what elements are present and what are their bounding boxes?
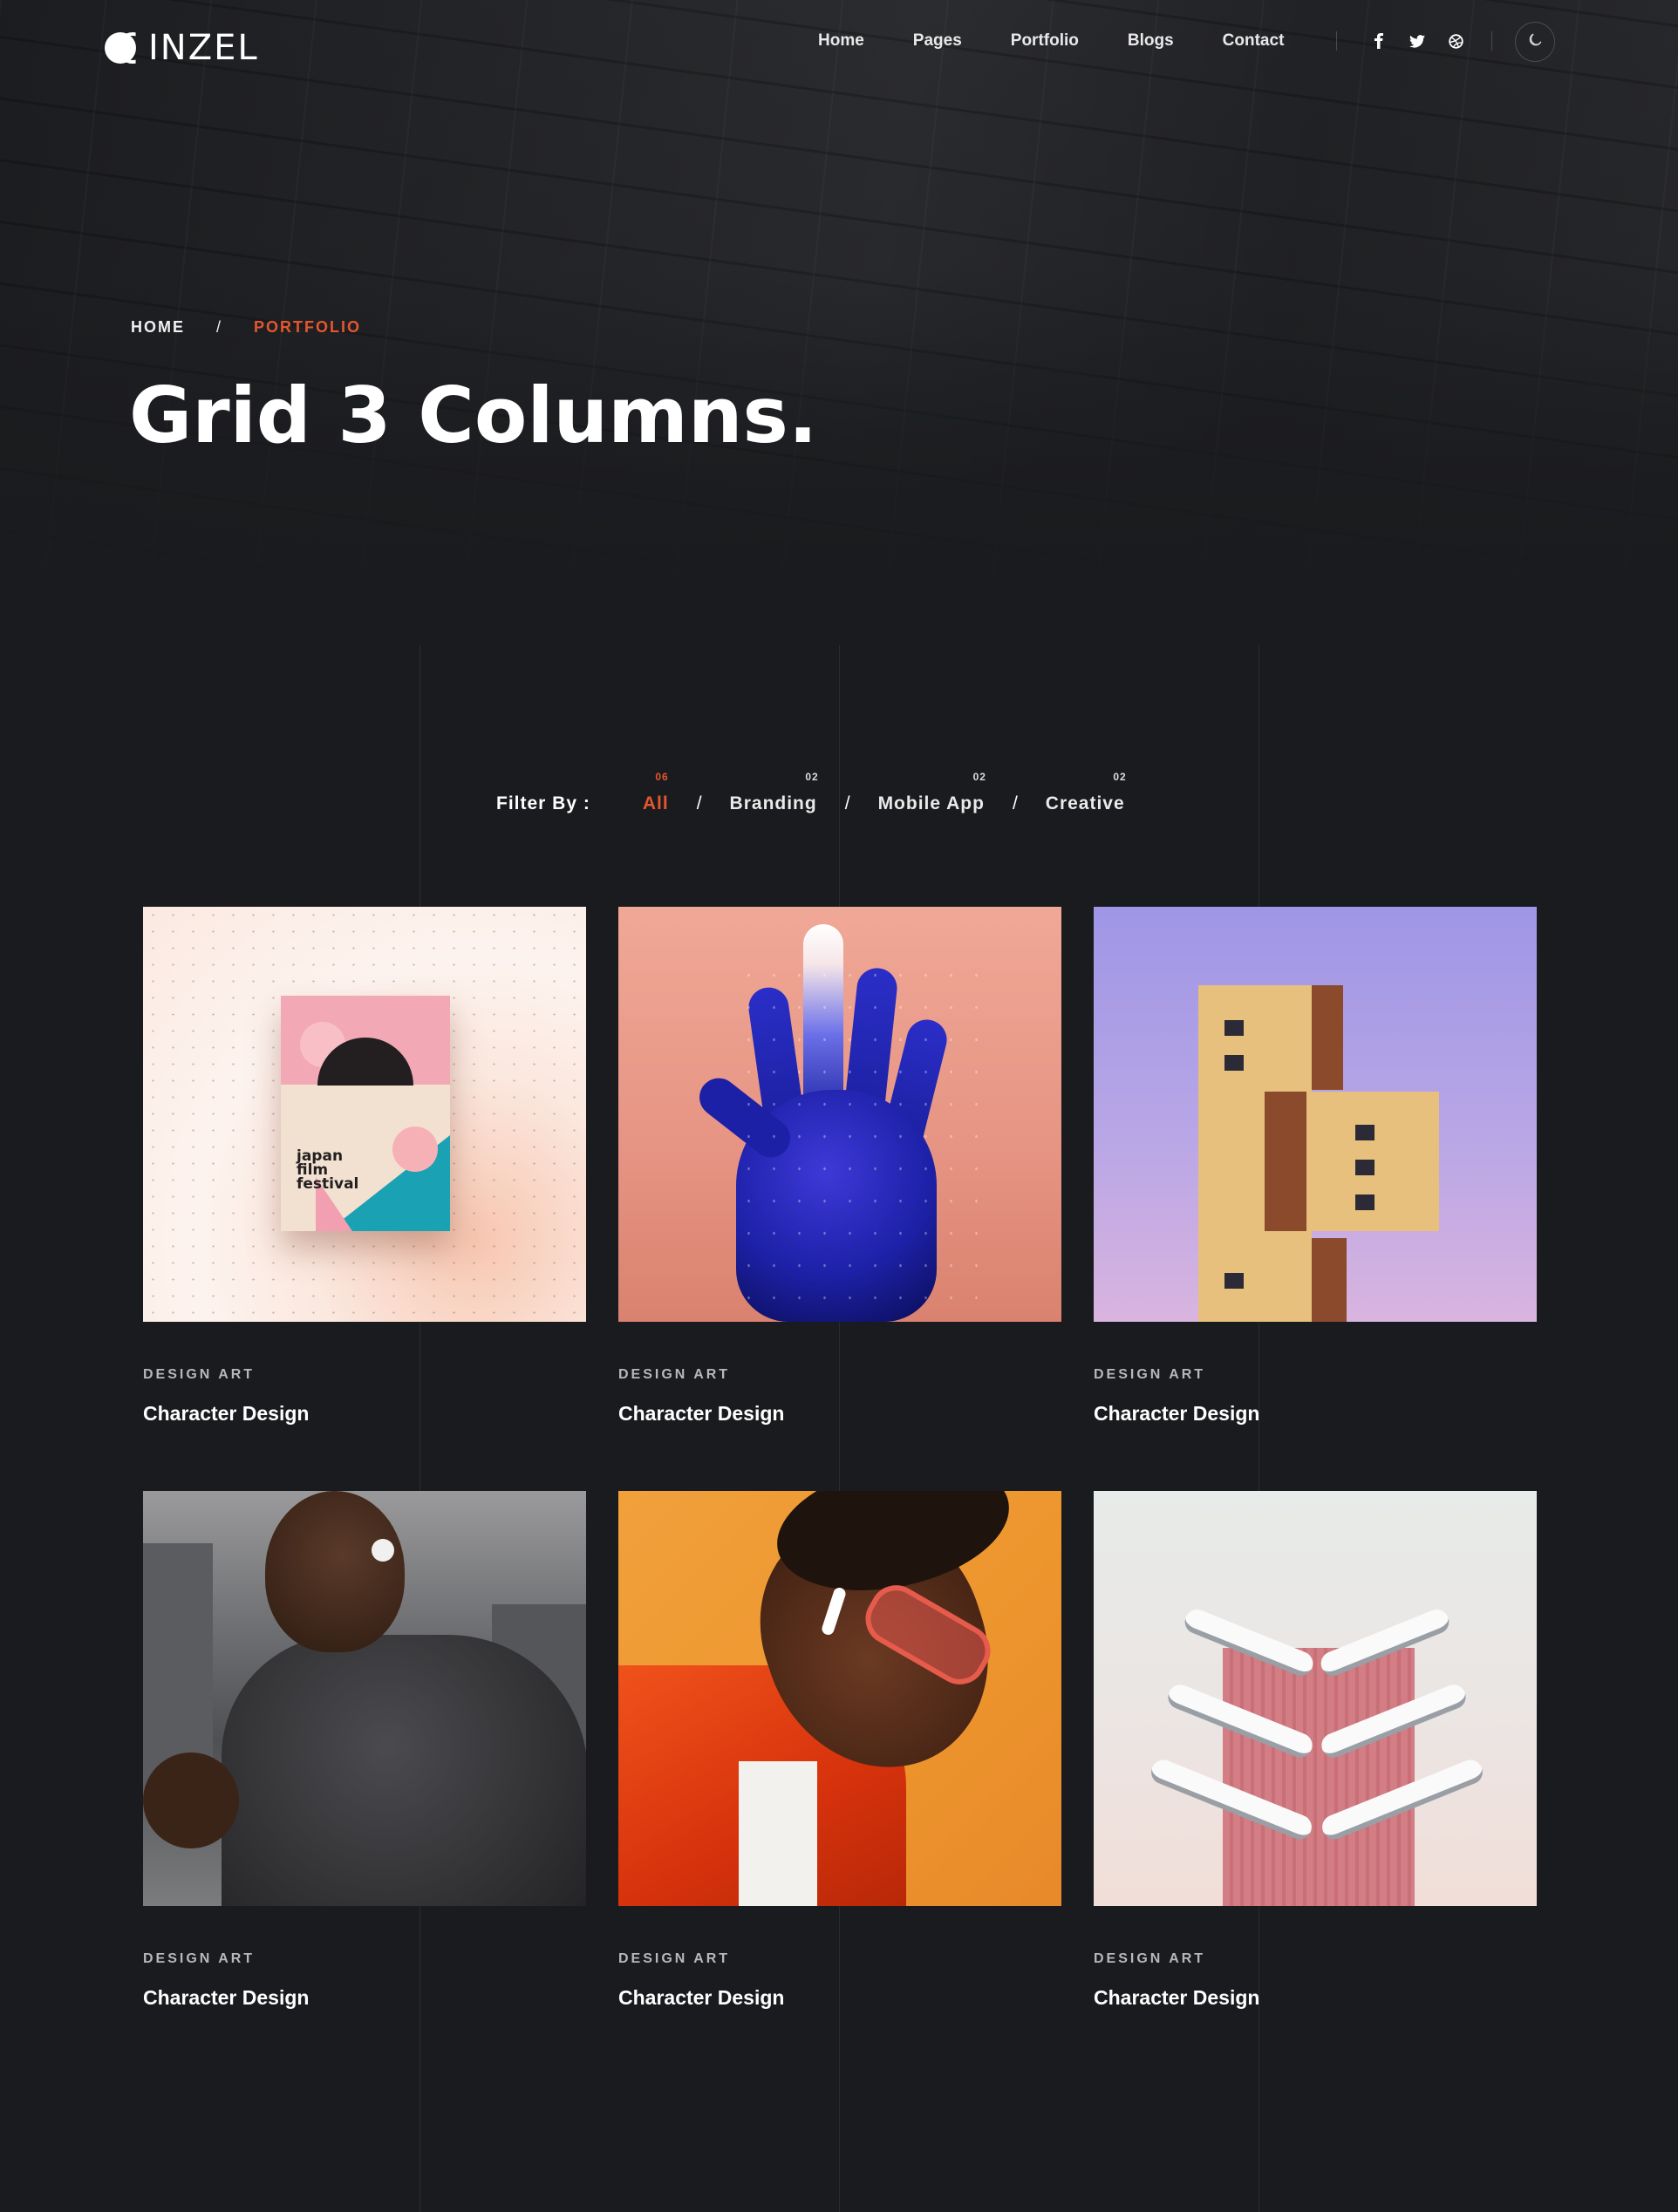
portfolio-filter: Filter By : All 06 / Branding 02 / Mobil…: [496, 767, 1126, 820]
filter-count: 06: [655, 771, 669, 783]
card-category: DESIGN ART: [618, 1367, 731, 1382]
social-links: [1366, 28, 1469, 54]
card-category: DESIGN ART: [143, 1367, 256, 1382]
dark-mode-toggle[interactable]: [1515, 22, 1555, 62]
logo[interactable]: INZEL: [105, 28, 259, 68]
card-title[interactable]: Character Design: [1094, 1402, 1537, 1426]
filter-mobile-app[interactable]: Mobile App 02: [877, 771, 986, 820]
breadcrumb-separator: /: [216, 318, 223, 336]
filter-count: 02: [1113, 771, 1127, 783]
portfolio-image-hand[interactable]: [618, 907, 1061, 1322]
portfolio-card: japan film festival DESIGN ART Character…: [143, 907, 586, 1426]
filter-creative[interactable]: Creative 02: [1045, 771, 1126, 820]
filter-all[interactable]: All 06: [642, 771, 669, 820]
main-nav: Home Pages Portfolio Blogs Contact: [818, 26, 1284, 56]
card-title[interactable]: Character Design: [143, 1402, 586, 1426]
filter-item-label: All: [642, 793, 669, 813]
nav-link-blogs[interactable]: Blogs: [1128, 31, 1174, 51]
filter-count: 02: [805, 771, 819, 783]
card-title[interactable]: Character Design: [143, 1986, 586, 2010]
twitter-icon[interactable]: [1404, 28, 1430, 54]
portfolio-image-man-orange[interactable]: [618, 1491, 1061, 1906]
breadcrumb: HOME / PORTFOLIO: [131, 318, 361, 337]
logo-mark-icon: [105, 31, 140, 65]
breadcrumb-home[interactable]: HOME: [131, 318, 185, 337]
portfolio-card: DESIGN ART Character Design: [143, 1491, 586, 2010]
portfolio-card: DESIGN ART Character Design: [1094, 1491, 1537, 2010]
portfolio-image-poster[interactable]: japan film festival: [143, 907, 586, 1322]
portfolio-image-building[interactable]: [1094, 907, 1537, 1322]
portfolio-image-runner[interactable]: [143, 1491, 586, 1906]
page-title: Grid 3 Columns.: [129, 371, 818, 460]
hero-banner: [0, 0, 1678, 593]
filter-separator: /: [696, 793, 702, 813]
portfolio-card: DESIGN ART Character Design: [618, 1491, 1061, 2010]
filter-label: Filter By :: [496, 793, 590, 813]
poster-text: japan film festival: [297, 1147, 359, 1193]
filter-item-label: Creative: [1045, 793, 1125, 813]
nav-divider: [1336, 31, 1337, 51]
navbar: INZEL Home Pages Portfolio Blogs Contact: [0, 0, 1678, 83]
card-title[interactable]: Character Design: [618, 1986, 1061, 2010]
nav-divider-2: [1491, 31, 1492, 51]
nav-link-portfolio[interactable]: Portfolio: [1011, 31, 1079, 51]
card-category: DESIGN ART: [1094, 1951, 1206, 1966]
card-title[interactable]: Character Design: [1094, 1986, 1537, 2010]
card-category: DESIGN ART: [143, 1951, 256, 1966]
filter-item-label: Mobile App: [877, 793, 985, 813]
portfolio-card: DESIGN ART Character Design: [618, 907, 1061, 1426]
nav-link-contact[interactable]: Contact: [1223, 31, 1285, 51]
film-festival-poster: japan film festival: [281, 996, 450, 1231]
moon-icon: [1527, 32, 1543, 52]
filter-item-label: Branding: [729, 793, 817, 813]
card-title[interactable]: Character Design: [618, 1402, 1061, 1426]
nav-link-pages[interactable]: Pages: [913, 31, 962, 51]
facebook-icon[interactable]: [1366, 28, 1392, 54]
breadcrumb-current: PORTFOLIO: [254, 318, 362, 336]
filter-separator: /: [1012, 793, 1018, 813]
portfolio-card: DESIGN ART Character Design: [1094, 907, 1537, 1426]
nav-link-home[interactable]: Home: [818, 31, 864, 51]
filter-branding[interactable]: Branding 02: [729, 771, 818, 820]
filter-separator: /: [844, 793, 850, 813]
card-category: DESIGN ART: [1094, 1367, 1206, 1382]
hero-fade: [0, 0, 1678, 593]
portfolio-image-tower[interactable]: [1094, 1491, 1537, 1906]
dribbble-icon[interactable]: [1443, 28, 1469, 54]
card-category: DESIGN ART: [618, 1951, 731, 1966]
filter-count: 02: [972, 771, 986, 783]
logo-text: INZEL: [148, 28, 259, 68]
